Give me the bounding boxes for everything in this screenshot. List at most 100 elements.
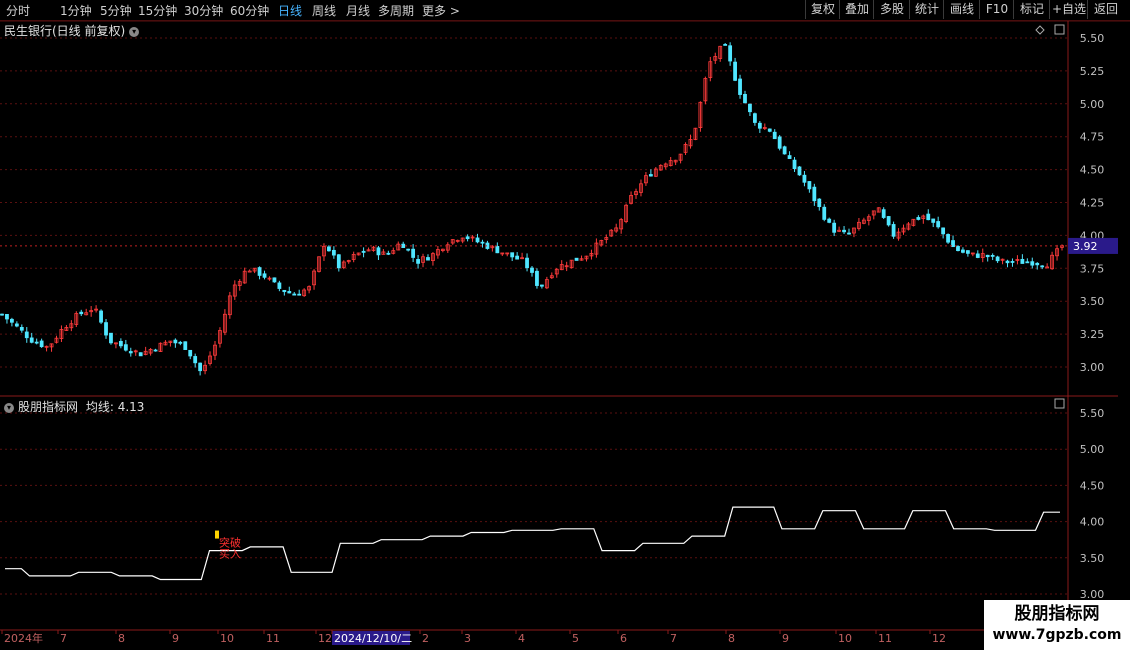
candle-body [118, 340, 123, 347]
watermark: 股朋指标网 www.7gpzb.com [984, 600, 1130, 650]
candle-body [757, 122, 762, 129]
candle-body [19, 327, 24, 331]
candle-body [802, 174, 807, 183]
x-axis-label: 12 [318, 632, 332, 645]
candle-body [411, 248, 416, 258]
price-tick-label: 4.50 [1080, 164, 1105, 177]
price-tick-label: 5.50 [1080, 32, 1105, 45]
candle-body [198, 362, 203, 372]
candle-body [416, 259, 420, 264]
candle-body [386, 252, 391, 255]
candle-body [426, 257, 430, 261]
candle-body [733, 61, 737, 81]
candle-body [292, 293, 297, 296]
candle-body [822, 206, 827, 220]
candle-body [327, 246, 331, 252]
candle-body [990, 255, 995, 257]
candle-body [39, 340, 44, 348]
candle-body [772, 131, 777, 140]
window-toggle-icon [1054, 398, 1065, 409]
candle-body [752, 113, 757, 123]
indicator-line [5, 506, 1060, 581]
x-axis-label: 2024年 [4, 631, 43, 645]
candle-body [530, 267, 534, 273]
candle-body [277, 282, 282, 289]
candle-body [574, 257, 579, 261]
candle-body [10, 318, 14, 323]
candle-body [743, 93, 747, 104]
price-tick-label: 3.00 [1080, 361, 1105, 374]
x-axis-label: 7 [670, 632, 677, 645]
candle-body [961, 249, 965, 253]
candle-body [480, 241, 485, 244]
candle-body [847, 232, 851, 235]
candle-body [792, 159, 797, 169]
candle-body [782, 146, 787, 155]
candle-body [1040, 265, 1045, 268]
x-axis-label: 9 [782, 632, 789, 645]
candle-body [1020, 258, 1025, 264]
candle-body [510, 252, 515, 258]
current-price-value: 3.92 [1073, 240, 1098, 253]
candle-body [24, 331, 29, 339]
candle-body [891, 224, 896, 237]
candle-body [297, 293, 302, 296]
candle-body [99, 310, 103, 323]
candle-body [738, 78, 742, 95]
indicator-title[interactable]: ▾ 股朋指标网 均线: 4.13 [4, 398, 144, 415]
candle-body [931, 218, 936, 223]
candle-body [995, 256, 1000, 262]
watermark-line1: 股朋指标网 [1014, 604, 1100, 624]
x-axis-label: 11 [266, 632, 280, 645]
candle-body [465, 236, 470, 240]
candle-body [767, 128, 772, 132]
candle-body [985, 254, 990, 258]
candle-body [79, 311, 84, 315]
candle-body [748, 103, 752, 113]
candle-body [406, 248, 411, 251]
candle-body [247, 270, 252, 273]
x-axis-label: 5 [572, 632, 579, 645]
candle-body [104, 322, 108, 336]
candle-body [257, 267, 262, 276]
x-axis-label: 3 [464, 632, 471, 645]
candle-body [728, 45, 733, 62]
price-tick-label: 3.75 [1080, 262, 1105, 275]
signal-text-2: 买入 [219, 548, 241, 561]
candle-body [723, 44, 728, 46]
indicator-value: 均线: 4.13 [85, 400, 145, 414]
x-axis-label: 8 [728, 632, 735, 645]
candle-body [178, 341, 183, 344]
candle-body [123, 344, 128, 351]
candle-body [525, 257, 529, 269]
candle-body [495, 245, 500, 254]
candle-body [1045, 266, 1050, 269]
candle-body [807, 181, 812, 190]
candle-body [193, 356, 198, 364]
candle-body [109, 332, 113, 344]
candle-body [797, 166, 802, 176]
indicator-tick-label: 5.00 [1080, 443, 1105, 456]
chevron-down-icon[interactable]: ▾ [4, 402, 14, 413]
kline-chart[interactable]: 5.50 5.25 5.00 4.75 4.50 4.25 4.00 3.75 3.50 3.25… [0, 0, 1130, 650]
price-tick-label: 4.75 [1080, 131, 1105, 144]
x-axis-label: 10 [838, 632, 852, 645]
price-tick-label: 5.25 [1080, 65, 1105, 78]
stock-title[interactable]: 民生银行(日线 前复权) ▾ [4, 22, 140, 39]
candle-body [282, 289, 287, 293]
candle-body [183, 341, 188, 350]
candle-body [946, 234, 950, 243]
candle-body [941, 227, 946, 235]
candle-body [34, 341, 39, 344]
watermark-line2: www.7gpzb.com [992, 627, 1122, 643]
x-axis-label: 12 [932, 632, 946, 645]
stock-title-text: 民生银行(日线 前复权) [4, 24, 126, 38]
candle-body [1035, 262, 1040, 266]
candle-body [1025, 261, 1030, 264]
candle-body [777, 136, 782, 149]
x-axis-label: 9 [172, 632, 179, 645]
candle-body [138, 352, 143, 357]
candle-body [787, 155, 792, 159]
chevron-down-icon[interactable]: ▾ [129, 26, 140, 37]
candle-body [331, 249, 336, 256]
